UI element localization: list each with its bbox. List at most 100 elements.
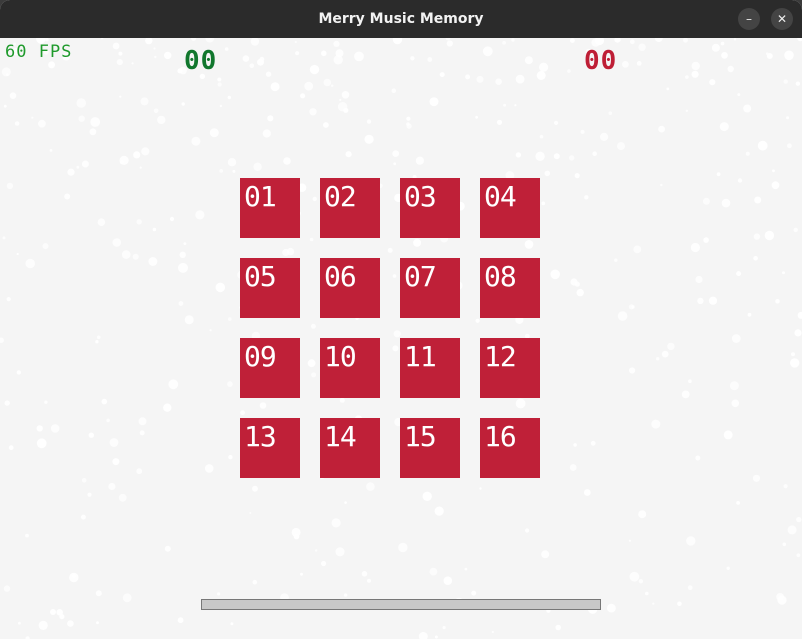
snowflake — [479, 487, 482, 490]
snowflake — [50, 609, 56, 615]
snowflake — [731, 334, 741, 343]
memory-card[interactable]: 10 — [320, 338, 380, 398]
snowflake — [708, 296, 718, 305]
snowflake — [18, 621, 21, 625]
snowflake — [191, 38, 197, 41]
snowflake — [242, 55, 250, 62]
snowflake — [67, 168, 75, 176]
snowflake — [95, 340, 99, 344]
snowflake — [335, 547, 345, 557]
snowflake — [249, 63, 255, 68]
snowflake — [754, 196, 762, 204]
snowflake — [797, 38, 802, 42]
snowflake — [367, 578, 371, 583]
memory-card[interactable]: 08 — [480, 258, 540, 318]
snowflake — [733, 38, 737, 41]
snowflake — [250, 38, 260, 46]
memory-card[interactable]: 16 — [480, 418, 540, 478]
snowflake — [224, 47, 229, 51]
snowflake — [636, 61, 642, 66]
snowflake — [309, 64, 320, 75]
snowflake — [2, 236, 6, 240]
game-canvas[interactable]: 60 FPS 00 00 01 02 03 04 05 06 07 08 09 … — [0, 38, 802, 639]
snowflake — [766, 53, 773, 59]
snowflake — [703, 237, 709, 243]
snowflake — [652, 602, 655, 605]
snowflake — [475, 115, 478, 119]
snowflake — [685, 75, 689, 79]
snowflake — [392, 150, 400, 157]
snowflake — [544, 170, 551, 177]
card-label: 08 — [484, 260, 517, 293]
snowflake — [265, 71, 272, 77]
snowflake — [118, 51, 123, 56]
snowflake — [270, 82, 280, 92]
memory-card[interactable]: 13 — [240, 418, 300, 478]
snowflake — [434, 635, 438, 639]
memory-card[interactable]: 09 — [240, 338, 300, 398]
snowflake — [71, 573, 77, 579]
snowflake — [16, 252, 19, 256]
snowflake — [576, 288, 584, 297]
snowflake — [96, 621, 99, 625]
snowflake — [42, 243, 49, 250]
snowflake — [335, 49, 344, 58]
snowflake — [677, 601, 682, 607]
memory-card[interactable]: 03 — [400, 178, 460, 238]
snowflake — [4, 400, 10, 406]
snowflake — [569, 464, 577, 471]
snowflake — [253, 162, 262, 171]
memory-card[interactable]: 04 — [480, 178, 540, 238]
snowflake — [515, 152, 522, 158]
snowflake — [177, 617, 184, 624]
memory-card[interactable]: 14 — [320, 418, 380, 478]
snowflake — [569, 155, 575, 161]
title-bar[interactable]: Merry Music Memory – ✕ — [0, 0, 802, 38]
snowflake — [169, 216, 175, 222]
snowflake — [262, 129, 271, 138]
memory-card[interactable]: 12 — [480, 338, 540, 398]
snowflake — [622, 61, 629, 68]
snowflake — [771, 181, 780, 190]
snowflake — [101, 38, 104, 40]
snowflake — [794, 329, 802, 337]
snowflake — [45, 38, 49, 42]
snowflake — [139, 166, 142, 169]
snowflake — [793, 227, 798, 233]
snowflake — [183, 242, 187, 246]
snowflake — [791, 352, 795, 357]
close-button[interactable]: ✕ — [771, 8, 793, 30]
memory-card[interactable]: 06 — [320, 258, 380, 318]
snowflake — [393, 162, 397, 166]
memory-card[interactable]: 07 — [400, 258, 460, 318]
memory-card[interactable]: 11 — [400, 338, 460, 398]
snowflake — [574, 173, 580, 179]
snowflake — [702, 197, 710, 205]
snowflake — [555, 624, 561, 631]
snowflake — [191, 136, 201, 146]
memory-card[interactable]: 01 — [240, 178, 300, 238]
snowflake — [1, 67, 11, 77]
snowflake — [617, 311, 628, 321]
snowflake — [600, 132, 609, 141]
snowflake — [36, 425, 43, 432]
card-label: 07 — [404, 260, 437, 293]
memory-card[interactable]: 02 — [320, 178, 380, 238]
snowflake — [782, 542, 787, 547]
minimize-button[interactable]: – — [738, 8, 760, 30]
snowflake — [726, 566, 730, 570]
snowflake — [227, 95, 231, 100]
snowflake — [614, 38, 621, 43]
snowflake — [392, 38, 403, 45]
snowflake — [364, 134, 374, 144]
memory-card[interactable]: 15 — [400, 418, 460, 478]
snowflake — [574, 281, 580, 287]
memory-card[interactable]: 05 — [240, 258, 300, 318]
snowflake — [80, 514, 86, 520]
snowflake — [496, 119, 503, 125]
card-label: 10 — [324, 340, 357, 373]
snowflake — [434, 506, 444, 516]
snowflake — [252, 485, 258, 492]
snowflake — [617, 142, 625, 151]
minimize-icon: – — [746, 12, 752, 26]
